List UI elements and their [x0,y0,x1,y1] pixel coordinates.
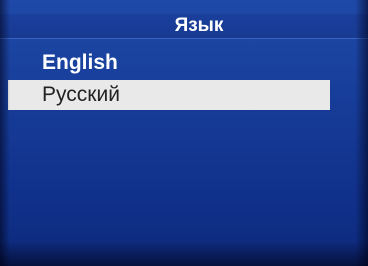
menu-item-english[interactable]: English [8,48,358,78]
menu-item-russian[interactable]: Русский [8,80,330,110]
title-bar: Язык [0,14,368,39]
screen-title: Язык [174,15,224,36]
language-menu: English Русский [8,48,358,112]
language-screen: Язык English Русский [0,0,368,266]
